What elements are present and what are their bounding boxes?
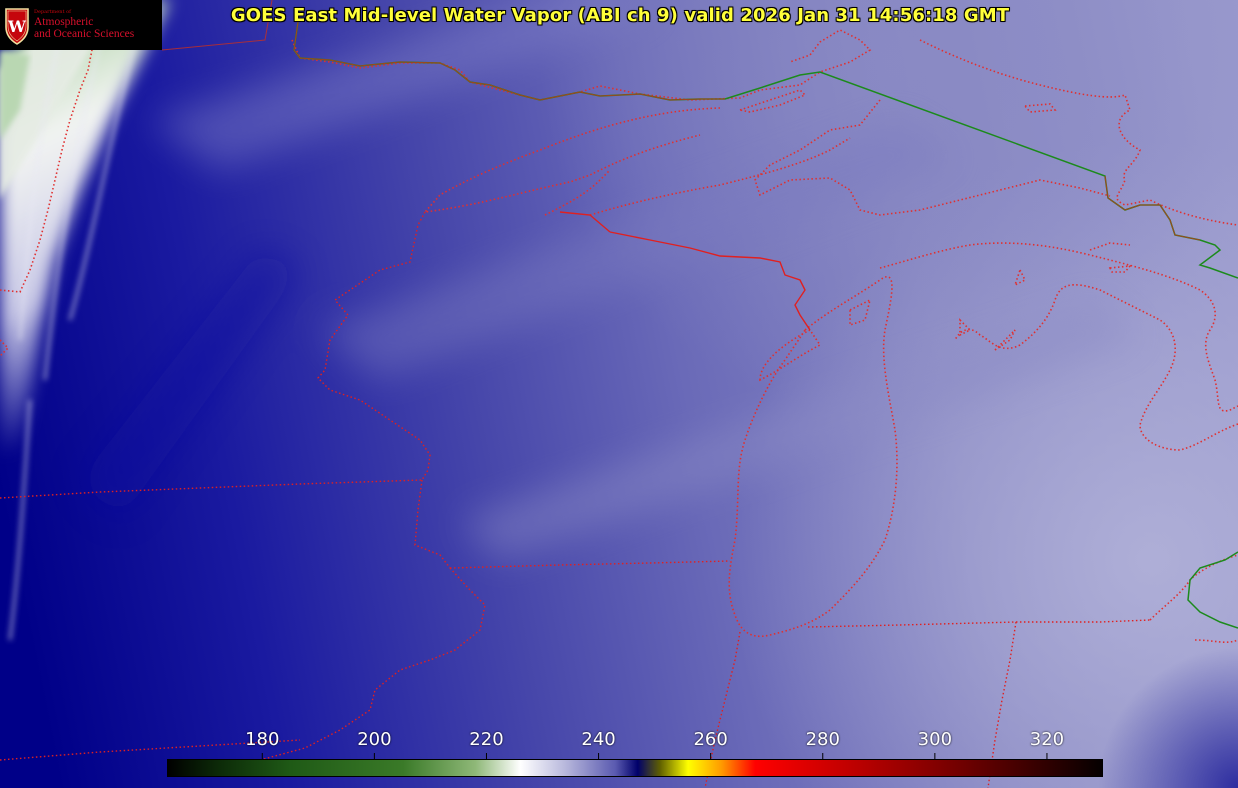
crest-icon: W xyxy=(5,8,29,45)
university-logo: W Department of Atmospheric and Oceanic … xyxy=(0,0,162,50)
logo-line-2: and Oceanic Sciences xyxy=(34,28,135,40)
crest-letter: W xyxy=(7,17,27,36)
colorbar-tick-label: 320 xyxy=(1029,729,1065,750)
logo-line-1: Atmospheric xyxy=(34,16,94,28)
colorbar-tick-label: 280 xyxy=(805,729,840,750)
colorbar xyxy=(167,759,1103,777)
colorbar-tick-label: 260 xyxy=(693,729,728,750)
logo-dept-text: Department of xyxy=(34,9,71,15)
satellite-image: W Department of Atmospheric and Oceanic … xyxy=(0,0,1238,788)
colorbar-tick-label: 240 xyxy=(581,729,616,750)
colorbar-tick-label: 200 xyxy=(357,729,392,750)
water-vapor-map xyxy=(0,0,1238,788)
colorbar-tick-label: 220 xyxy=(469,729,504,750)
image-title: GOES East Mid-level Water Vapor (ABI ch … xyxy=(230,5,1010,26)
colorbar-tick-label: 300 xyxy=(917,729,953,750)
colorbar-tick-label: 180 xyxy=(245,729,280,750)
